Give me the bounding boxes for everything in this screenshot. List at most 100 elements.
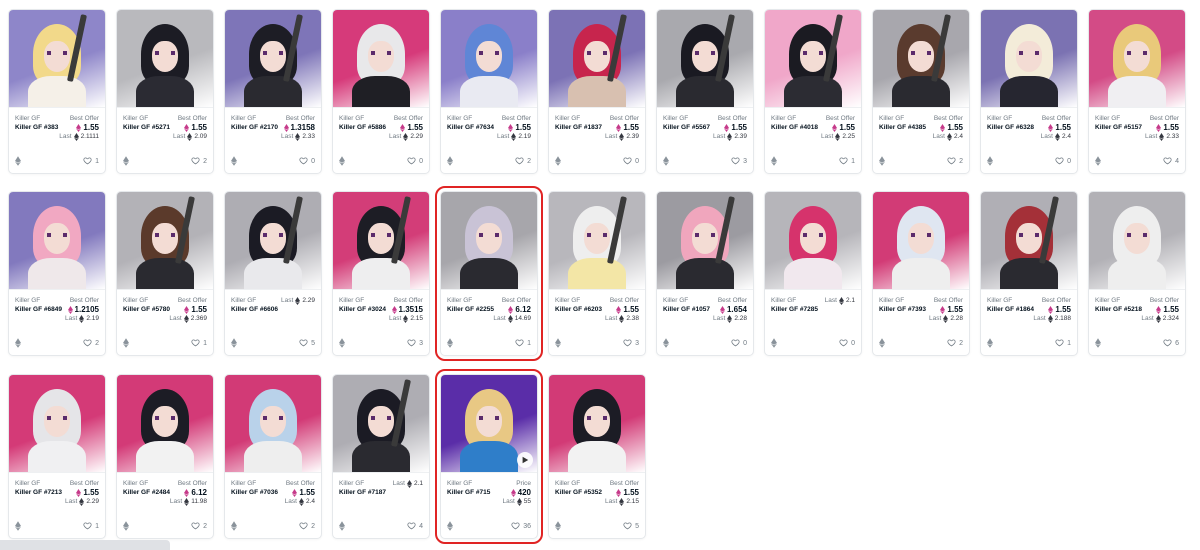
nft-card[interactable]: Killer GF Best Offer Killer GF #1864 1.55 La… bbox=[980, 191, 1078, 356]
nft-card[interactable]: Killer GF Best Offer Killer GF #2170 1.3158… bbox=[224, 9, 322, 174]
nft-name[interactable]: Killer GF #2484 bbox=[123, 488, 170, 497]
heart-icon[interactable] bbox=[407, 156, 416, 167]
nft-thumbnail[interactable] bbox=[225, 10, 321, 108]
nft-card[interactable]: Killer GF Best Offer Killer GF #4018 1.55 La… bbox=[764, 9, 862, 174]
nft-thumbnail[interactable] bbox=[225, 375, 321, 473]
favorite-button[interactable]: 0 bbox=[839, 338, 855, 349]
nft-name[interactable]: Killer GF #5218 bbox=[1095, 305, 1142, 314]
collection-name[interactable]: Killer GF bbox=[987, 114, 1012, 123]
nft-name[interactable]: Killer GF #6203 bbox=[555, 305, 602, 314]
nft-name[interactable]: Killer GF #7634 bbox=[447, 123, 494, 132]
collection-name[interactable]: Killer GF bbox=[987, 296, 1012, 305]
nft-thumbnail[interactable] bbox=[981, 10, 1077, 108]
collection-name[interactable]: Killer GF bbox=[123, 296, 148, 305]
nft-thumbnail[interactable] bbox=[9, 10, 105, 108]
heart-icon[interactable] bbox=[947, 156, 956, 167]
collection-name[interactable]: Killer GF bbox=[231, 114, 256, 123]
nft-card[interactable]: Killer GF Best Offer Killer GF #1837 1.55 La… bbox=[548, 9, 646, 174]
nft-card[interactable]: Killer GF Best Offer Killer GF #7213 1.55 La… bbox=[8, 374, 106, 539]
nft-card[interactable]: Killer GF Best Offer Killer GF #7036 1.55 La… bbox=[224, 374, 322, 539]
nft-thumbnail[interactable] bbox=[9, 375, 105, 473]
nft-thumbnail[interactable] bbox=[765, 192, 861, 290]
favorite-button[interactable]: 3 bbox=[623, 338, 639, 349]
collection-name[interactable]: Killer GF bbox=[879, 114, 904, 123]
nft-name[interactable]: Killer GF #7285 bbox=[771, 305, 818, 314]
favorite-button[interactable]: 4 bbox=[1163, 156, 1179, 167]
heart-icon[interactable] bbox=[299, 156, 308, 167]
nft-card[interactable]: Killer GF Best Offer Killer GF #383 1.55 Las… bbox=[8, 9, 106, 174]
nft-name[interactable]: Killer GF #1864 bbox=[987, 305, 1034, 314]
nft-name[interactable]: Killer GF #5352 bbox=[555, 488, 602, 497]
heart-icon[interactable] bbox=[839, 156, 848, 167]
favorite-button[interactable]: 36 bbox=[511, 521, 531, 532]
collection-name[interactable]: Killer GF bbox=[663, 114, 688, 123]
nft-thumbnail[interactable] bbox=[333, 375, 429, 473]
favorite-button[interactable]: 1 bbox=[191, 338, 207, 349]
collection-name[interactable]: Killer GF bbox=[15, 479, 40, 488]
heart-icon[interactable] bbox=[191, 338, 200, 349]
favorite-button[interactable]: 3 bbox=[407, 338, 423, 349]
heart-icon[interactable] bbox=[83, 156, 92, 167]
nft-name[interactable]: Killer GF #4018 bbox=[771, 123, 818, 132]
heart-icon[interactable] bbox=[407, 338, 416, 349]
nft-thumbnail[interactable] bbox=[441, 192, 537, 290]
favorite-button[interactable]: 2 bbox=[515, 156, 531, 167]
collection-name[interactable]: Killer GF bbox=[339, 479, 364, 488]
play-icon[interactable] bbox=[517, 452, 533, 468]
nft-name[interactable]: Killer GF #2255 bbox=[447, 305, 494, 314]
nft-name[interactable]: Killer GF #6328 bbox=[987, 123, 1034, 132]
nft-name[interactable]: Killer GF #7187 bbox=[339, 488, 386, 497]
heart-icon[interactable] bbox=[947, 338, 956, 349]
heart-icon[interactable] bbox=[1055, 338, 1064, 349]
nft-card[interactable]: Killer GF Best Offer Killer GF #6203 1.55 La… bbox=[548, 191, 646, 356]
heart-icon[interactable] bbox=[623, 156, 632, 167]
nft-thumbnail[interactable] bbox=[225, 192, 321, 290]
nft-card[interactable]: Killer GF Best Offer Killer GF #2484 6.12 La… bbox=[116, 374, 214, 539]
nft-name[interactable]: Killer GF #6606 bbox=[231, 305, 278, 314]
nft-card[interactable]: Killer GF Price Killer GF #715 420 Last 55 36 bbox=[435, 369, 543, 544]
favorite-button[interactable]: 2 bbox=[947, 338, 963, 349]
heart-icon[interactable] bbox=[1055, 156, 1064, 167]
nft-name[interactable]: Killer GF #4385 bbox=[879, 123, 926, 132]
favorite-button[interactable]: 2 bbox=[191, 156, 207, 167]
collection-name[interactable]: Killer GF bbox=[123, 479, 148, 488]
favorite-button[interactable]: 6 bbox=[1163, 338, 1179, 349]
nft-card[interactable]: Killer GF Best Offer Killer GF #4385 1.55 La… bbox=[872, 9, 970, 174]
favorite-button[interactable]: 5 bbox=[299, 338, 315, 349]
nft-card[interactable]: Killer GF Best Offer Killer GF #5218 1.55 La… bbox=[1088, 191, 1186, 356]
collection-name[interactable]: Killer GF bbox=[663, 296, 688, 305]
nft-name[interactable]: Killer GF #2170 bbox=[231, 123, 278, 132]
collection-name[interactable]: Killer GF bbox=[555, 296, 580, 305]
collection-name[interactable]: Killer GF bbox=[447, 114, 472, 123]
collection-name[interactable]: Killer GF bbox=[231, 296, 256, 305]
nft-thumbnail[interactable] bbox=[333, 192, 429, 290]
nft-name[interactable]: Killer GF #1837 bbox=[555, 123, 602, 132]
nft-thumbnail[interactable] bbox=[549, 10, 645, 108]
nft-name[interactable]: Killer GF #5157 bbox=[1095, 123, 1142, 132]
nft-name[interactable]: Killer GF #7393 bbox=[879, 305, 926, 314]
collection-name[interactable]: Killer GF bbox=[771, 296, 796, 305]
nft-card[interactable]: Killer GF Best Offer Killer GF #5567 1.55 La… bbox=[656, 9, 754, 174]
nft-card[interactable]: Killer GF Best Offer Killer GF #5271 1.55 La… bbox=[116, 9, 214, 174]
nft-thumbnail[interactable] bbox=[117, 375, 213, 473]
collection-name[interactable]: Killer GF bbox=[339, 296, 364, 305]
favorite-button[interactable]: 1 bbox=[83, 156, 99, 167]
nft-thumbnail[interactable] bbox=[9, 192, 105, 290]
collection-name[interactable]: Killer GF bbox=[339, 114, 364, 123]
favorite-button[interactable]: 4 bbox=[407, 521, 423, 532]
nft-name[interactable]: Killer GF #5271 bbox=[123, 123, 170, 132]
favorite-button[interactable]: 2 bbox=[83, 338, 99, 349]
collection-name[interactable]: Killer GF bbox=[879, 296, 904, 305]
favorite-button[interactable]: 5 bbox=[623, 521, 639, 532]
heart-icon[interactable] bbox=[515, 338, 524, 349]
favorite-button[interactable]: 2 bbox=[299, 521, 315, 532]
collection-name[interactable]: Killer GF bbox=[555, 479, 580, 488]
nft-name[interactable]: Killer GF #3024 bbox=[339, 305, 386, 314]
nft-thumbnail[interactable] bbox=[549, 375, 645, 473]
nft-card[interactable]: Killer GF Best Offer Killer GF #6849 1.2105… bbox=[8, 191, 106, 356]
nft-thumbnail[interactable] bbox=[1089, 192, 1185, 290]
favorite-button[interactable]: 1 bbox=[83, 521, 99, 532]
nft-card[interactable]: Killer GF Best Offer Killer GF #2255 6.12 La… bbox=[435, 186, 543, 361]
heart-icon[interactable] bbox=[731, 338, 740, 349]
nft-name[interactable]: Killer GF #1057 bbox=[663, 305, 710, 314]
